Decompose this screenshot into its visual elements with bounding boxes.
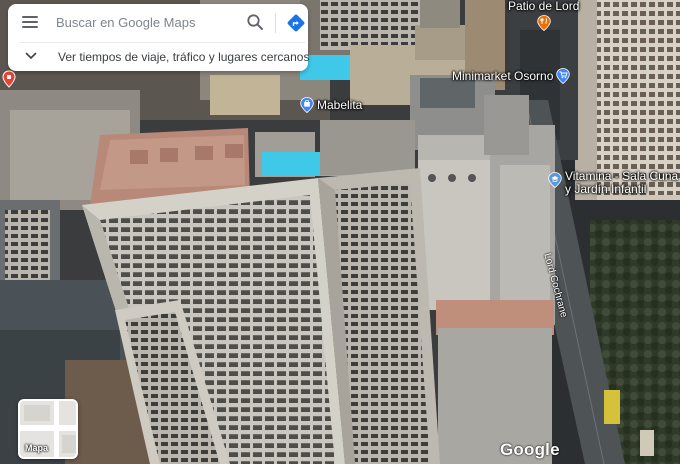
poi-patio-de-lord[interactable]: Patio de Lord	[508, 0, 579, 31]
google-logo: Google	[500, 440, 560, 459]
menu-icon[interactable]	[22, 16, 38, 28]
explore-nearby-row[interactable]: Ver tiempos de viaje, tráfico y lugares …	[8, 44, 310, 70]
chevron-down-icon	[25, 52, 37, 60]
poi-label: Mabelita	[317, 97, 363, 112]
map-layer-toggle[interactable]: Mapa	[18, 399, 78, 459]
school-pin-icon	[548, 172, 562, 188]
divider	[20, 42, 305, 43]
poi-label: Patio de Lord	[508, 0, 580, 13]
restaurant-pin-icon	[536, 15, 551, 31]
map-pin-icon[interactable]	[2, 70, 16, 88]
search-input[interactable]	[56, 12, 226, 32]
poi-label-group: Vitamina - Sala Cuna y Jardín Infantil	[565, 170, 678, 196]
poi-minimarket-osorno[interactable]: Minimarket Osorno	[452, 68, 571, 84]
shopping-cart-pin-icon	[556, 68, 571, 84]
poi-vitamina-sala-cuna[interactable]: Vitamina - Sala Cuna y Jardín Infantil	[548, 170, 678, 196]
poi-mabelita[interactable]: Mabelita	[300, 97, 362, 113]
search-row	[8, 4, 308, 40]
layer-toggle-label: Mapa	[25, 443, 49, 453]
shopping-bag-pin-icon	[300, 97, 314, 113]
divider	[275, 13, 276, 33]
directions-icon[interactable]	[286, 13, 306, 33]
poi-label-line2: y Jardín Infantil	[565, 182, 647, 196]
explore-nearby-label: Ver tiempos de viaje, tráfico y lugares …	[58, 50, 310, 64]
search-icon[interactable]	[246, 13, 264, 31]
poi-label: Minimarket Osorno	[452, 68, 554, 83]
search-card: Ver tiempos de viaje, tráfico y lugares …	[8, 4, 310, 71]
